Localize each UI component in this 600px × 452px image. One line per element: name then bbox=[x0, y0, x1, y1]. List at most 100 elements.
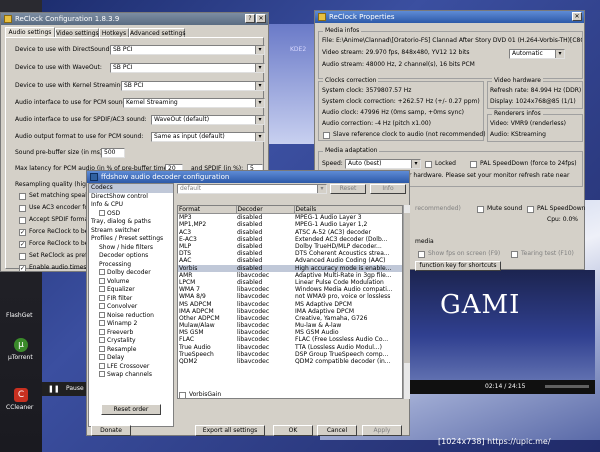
table-row[interactable]: MP1,MP2 disabled MPEG-1 Audio Layer 1,2 bbox=[178, 221, 402, 228]
apply-button[interactable]: Apply bbox=[362, 425, 402, 436]
check-force-1[interactable] bbox=[19, 229, 26, 236]
tree-item[interactable]: Delay bbox=[89, 354, 173, 363]
reset-button[interactable]: Reset bbox=[330, 184, 366, 194]
table-row[interactable]: QDM2 libavcodec QDM2 compatible decoder (i… bbox=[178, 358, 402, 365]
tree-item[interactable]: Stream switcher bbox=[89, 227, 173, 236]
table-row[interactable]: MS ADPCM libavcodec MS Adaptive DPCM bbox=[178, 300, 402, 308]
codec-scrollbar[interactable] bbox=[403, 205, 410, 399]
volume-slider[interactable] bbox=[545, 385, 589, 388]
check-preferred[interactable] bbox=[19, 253, 26, 260]
mode-select[interactable]: Automatic bbox=[509, 49, 565, 59]
kernel-streaming-select[interactable]: SB PCI bbox=[121, 81, 265, 91]
reclock-config-titlebar[interactable]: ReClock Configuration 1.8.3.9 ? ✕ bbox=[1, 13, 268, 25]
table-row[interactable]: FLAC libavcodec FLAC (Free Lossless Audio … bbox=[178, 336, 402, 343]
function-key-button[interactable]: function key for shortcuts bbox=[415, 261, 501, 271]
reclock-properties-titlebar[interactable]: ReClock Properties ✕ bbox=[315, 11, 584, 23]
mute-checkbox[interactable] bbox=[477, 206, 484, 213]
table-row[interactable]: AMR libavcodec Adaptive Multi-Rate in 3gp … bbox=[178, 272, 402, 279]
tree-item[interactable]: Noise reduction bbox=[89, 311, 173, 321]
table-row[interactable]: MP3 disabled MPEG-1 Audio Layer 3 bbox=[178, 214, 402, 222]
directsound-select[interactable]: SB PCI bbox=[110, 45, 265, 55]
tree-item-checkbox[interactable] bbox=[99, 303, 105, 309]
spdif-interface-select[interactable]: WaveOut (default) bbox=[151, 115, 265, 125]
desktop-icon-flashget[interactable]: FlashGet bbox=[6, 312, 38, 328]
slave-clock-checkbox[interactable] bbox=[323, 132, 330, 139]
pcm-interface-select[interactable]: Kernel Streaming bbox=[123, 98, 265, 108]
tree-item[interactable]: Volume bbox=[89, 277, 173, 287]
table-row[interactable]: Mulaw/Alaw libavcodec Mu-law & A-law bbox=[178, 322, 402, 329]
tab-audio-settings[interactable]: Audio settings bbox=[5, 27, 55, 37]
tree-item[interactable]: Crystality bbox=[89, 337, 173, 346]
check-speaker[interactable] bbox=[19, 193, 26, 200]
column-header[interactable]: Format bbox=[178, 206, 237, 215]
table-row[interactable]: E-AC3 disabled Extended AC3 decoder (Dolb.… bbox=[178, 236, 402, 243]
check-spdif[interactable] bbox=[19, 217, 26, 224]
tree-item[interactable]: Convolver bbox=[89, 303, 173, 312]
cancel-button[interactable]: Cancel bbox=[317, 425, 357, 436]
speed-select[interactable]: Auto (best) bbox=[345, 159, 421, 169]
locked-checkbox[interactable] bbox=[425, 161, 432, 168]
tearing-checkbox[interactable] bbox=[511, 251, 518, 258]
tree-item[interactable]: FIR filter bbox=[89, 294, 173, 304]
tree-item[interactable]: Tray, dialog & paths bbox=[89, 218, 173, 227]
table-row[interactable]: TrueSpeech libavcodec DSP Group TrueSpeech… bbox=[178, 351, 402, 358]
tree-item[interactable]: Dolby decoder bbox=[89, 269, 173, 278]
tree-item[interactable]: Decoder options bbox=[89, 252, 173, 261]
export-settings-button[interactable]: Export all settings bbox=[195, 425, 265, 436]
table-row[interactable]: MLP disabled Dolby TrueHD/MLP decoder... bbox=[178, 243, 402, 250]
tree-item-checkbox[interactable] bbox=[99, 269, 105, 275]
tree-item-checkbox[interactable] bbox=[99, 209, 105, 216]
desktop-icon-utorrent[interactable]: µ µTorrent bbox=[6, 338, 38, 368]
tree-item[interactable]: Resample bbox=[89, 345, 173, 355]
waveout-select[interactable]: SB PCI bbox=[110, 63, 265, 73]
vorbis-gain-checkbox[interactable] bbox=[179, 392, 186, 399]
tree-item-checkbox[interactable] bbox=[99, 371, 105, 377]
tree-item-checkbox[interactable] bbox=[99, 294, 105, 301]
help-button[interactable]: ? bbox=[245, 14, 255, 23]
tree-item-checkbox[interactable] bbox=[99, 345, 105, 352]
show-fps-checkbox[interactable] bbox=[418, 251, 425, 258]
table-row[interactable]: Vorbis disabled High accuracy mode is enab… bbox=[178, 264, 402, 272]
tree-item[interactable]: Processing bbox=[89, 261, 173, 270]
tree-item[interactable]: Info & CPU bbox=[89, 201, 173, 210]
properties-close-icon[interactable]: ✕ bbox=[572, 12, 582, 21]
tab-advanced-settings[interactable]: Advanced settings bbox=[129, 28, 185, 37]
tree-item[interactable]: Profiles / Preset settings bbox=[89, 235, 173, 244]
preset-select[interactable]: default bbox=[177, 184, 327, 194]
tab-hotkeys[interactable]: Hotkeys bbox=[99, 28, 129, 37]
table-row[interactable]: True Audio libavcodec TTA (Lossless Audio … bbox=[178, 344, 402, 351]
prebuffer-input[interactable]: 500 bbox=[101, 148, 125, 158]
info-button[interactable]: Info bbox=[370, 184, 406, 194]
tree-item[interactable]: LFE Crossover bbox=[89, 362, 173, 372]
pause-icon[interactable]: ❚❚ bbox=[48, 385, 60, 393]
donate-button[interactable]: Donate bbox=[91, 425, 131, 436]
table-row[interactable]: MS GSM libavcodec MS GSM Audio bbox=[178, 329, 402, 336]
column-header[interactable]: Decoder bbox=[236, 206, 295, 215]
tree-item-checkbox[interactable] bbox=[99, 337, 105, 343]
check-force-2[interactable] bbox=[19, 241, 26, 248]
tree-item-checkbox[interactable] bbox=[99, 328, 105, 335]
table-row[interactable]: WMA 7 libavcodec Windows Media Audio compa… bbox=[178, 286, 402, 293]
tree-item-checkbox[interactable] bbox=[99, 362, 105, 369]
reset-order-button[interactable]: Reset order bbox=[101, 404, 161, 415]
table-row[interactable]: DTS disabled DTS Coherent Acoustics strea.… bbox=[178, 250, 402, 257]
pal-checkbox-2[interactable] bbox=[527, 206, 534, 213]
tree-item-checkbox[interactable] bbox=[99, 277, 105, 284]
tree-item[interactable]: DirectShow control bbox=[89, 193, 173, 202]
column-header[interactable]: Details bbox=[294, 206, 402, 215]
table-row[interactable]: Other ADPCM libavcodec Creative, Yamaha, G… bbox=[178, 315, 402, 322]
tree-item[interactable]: Codecs bbox=[89, 184, 173, 193]
tree-item[interactable]: Freeverb bbox=[89, 328, 173, 338]
table-row[interactable]: AC3 disabled ATSC A-52 (AC3) decoder bbox=[178, 229, 402, 236]
tree-item[interactable]: OSD bbox=[89, 209, 173, 219]
codec-scrollbar-thumb[interactable] bbox=[404, 213, 410, 363]
check-ac3[interactable] bbox=[19, 205, 26, 212]
tree-item[interactable]: Show / hide filters bbox=[89, 244, 173, 253]
ok-button[interactable]: OK bbox=[273, 425, 313, 436]
tree-item-checkbox[interactable] bbox=[99, 311, 105, 318]
tree-item-checkbox[interactable] bbox=[99, 320, 105, 326]
desktop-icon-ccleaner[interactable]: C CCleaner bbox=[6, 388, 38, 418]
tree-item[interactable]: Equalizer bbox=[89, 286, 173, 295]
tree-item[interactable]: Winamp 2 bbox=[89, 320, 173, 329]
tree-item[interactable]: Swap channels bbox=[89, 371, 173, 380]
